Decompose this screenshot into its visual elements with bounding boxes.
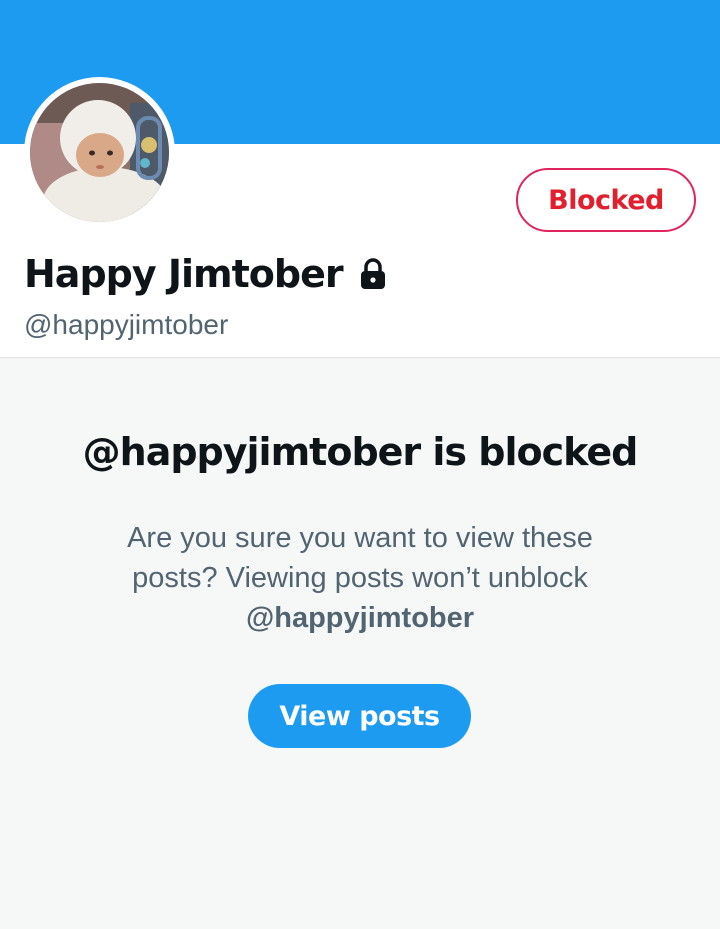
- profile-page: Blocked Happy Jimtober @happyjimtober @h…: [0, 0, 720, 929]
- lock-icon: [360, 258, 385, 289]
- profile-name-row: Happy Jimtober: [24, 248, 387, 300]
- blocked-notice-title: @happyjimtober is blocked: [82, 430, 639, 474]
- blocked-notice-message-text: Are you sure you want to view these post…: [127, 522, 593, 594]
- blocked-notice-handle: @happyjimtober: [245, 602, 475, 634]
- profile-handle: @happyjimtober: [24, 309, 229, 340]
- avatar[interactable]: [24, 77, 175, 228]
- blocked-notice-message: Are you sure you want to view these post…: [90, 518, 630, 638]
- display-name: Happy Jimtober: [24, 252, 344, 296]
- view-posts-button[interactable]: View posts: [248, 684, 471, 748]
- blocked-button[interactable]: Blocked: [516, 168, 696, 232]
- avatar-photo: [30, 83, 169, 222]
